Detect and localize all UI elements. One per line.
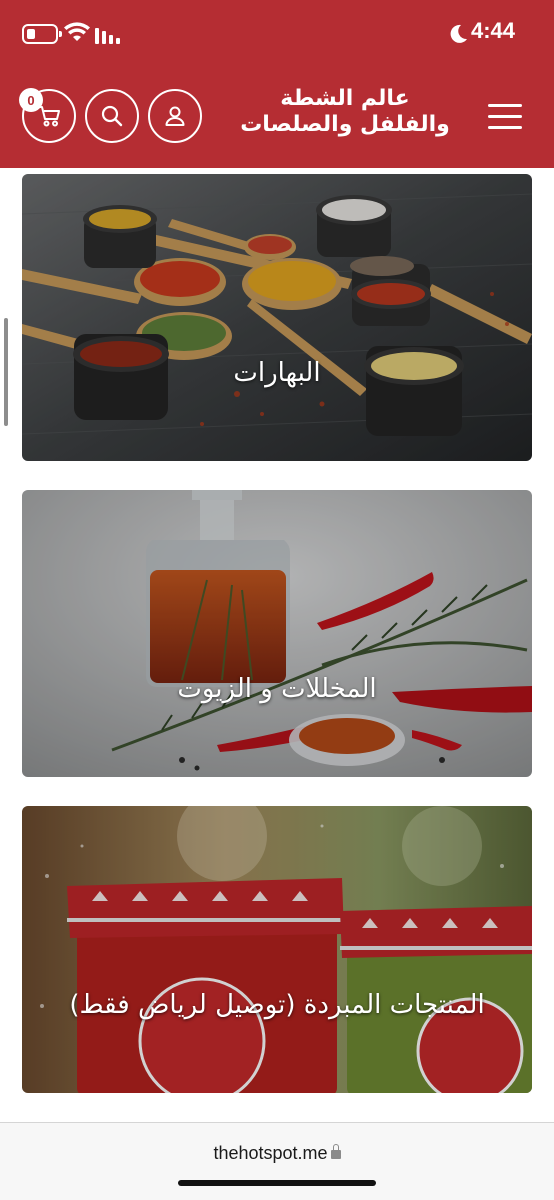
image-overlay	[22, 174, 532, 461]
app-header: 4:44 0 عالم الشطة والفلفل والصلصات	[0, 0, 554, 168]
image-overlay	[22, 806, 532, 1093]
image-overlay	[22, 490, 532, 777]
status-bar: 4:44	[0, 0, 554, 66]
url-display[interactable]: thehotspot.me	[0, 1143, 554, 1164]
lock-icon	[330, 1144, 341, 1159]
url-text: thehotspot.me	[213, 1143, 328, 1163]
category-card-pickles-oils[interactable]: المخللات و الزيوت	[22, 490, 532, 777]
category-title: البهارات	[233, 358, 321, 388]
wifi-icon	[64, 22, 90, 41]
browser-url-bar[interactable]: thehotspot.me	[0, 1122, 554, 1200]
logo-line-1: عالم الشطة	[280, 86, 410, 111]
user-icon	[165, 106, 185, 126]
category-title: المخللات و الزيوت	[177, 674, 377, 704]
scroll-indicator	[4, 318, 8, 426]
category-title: المنتجات المبردة (توصيل لرياض فقط)	[69, 990, 485, 1020]
search-button[interactable]	[85, 89, 139, 143]
menu-icon[interactable]	[488, 104, 522, 132]
app-screen: 4:44 0 عالم الشطة والفلفل والصلصات البها…	[0, 0, 554, 1200]
category-card-spices[interactable]: البهارات	[22, 174, 532, 461]
search-icon	[101, 105, 123, 127]
logo-line-2: والفلفل والصلصات	[240, 112, 450, 137]
cart-count-badge: 0	[19, 88, 43, 112]
battery-icon	[22, 24, 62, 44]
status-time: 4:44	[471, 18, 516, 43]
home-indicator[interactable]	[178, 1180, 376, 1186]
store-logo[interactable]: عالم الشطة والفلفل والصلصات	[220, 86, 470, 142]
moon-icon	[450, 24, 467, 43]
signal-icon	[95, 28, 120, 44]
account-button[interactable]	[148, 89, 202, 143]
category-card-refrigerated[interactable]: المنتجات المبردة (توصيل لرياض فقط)	[22, 806, 532, 1093]
